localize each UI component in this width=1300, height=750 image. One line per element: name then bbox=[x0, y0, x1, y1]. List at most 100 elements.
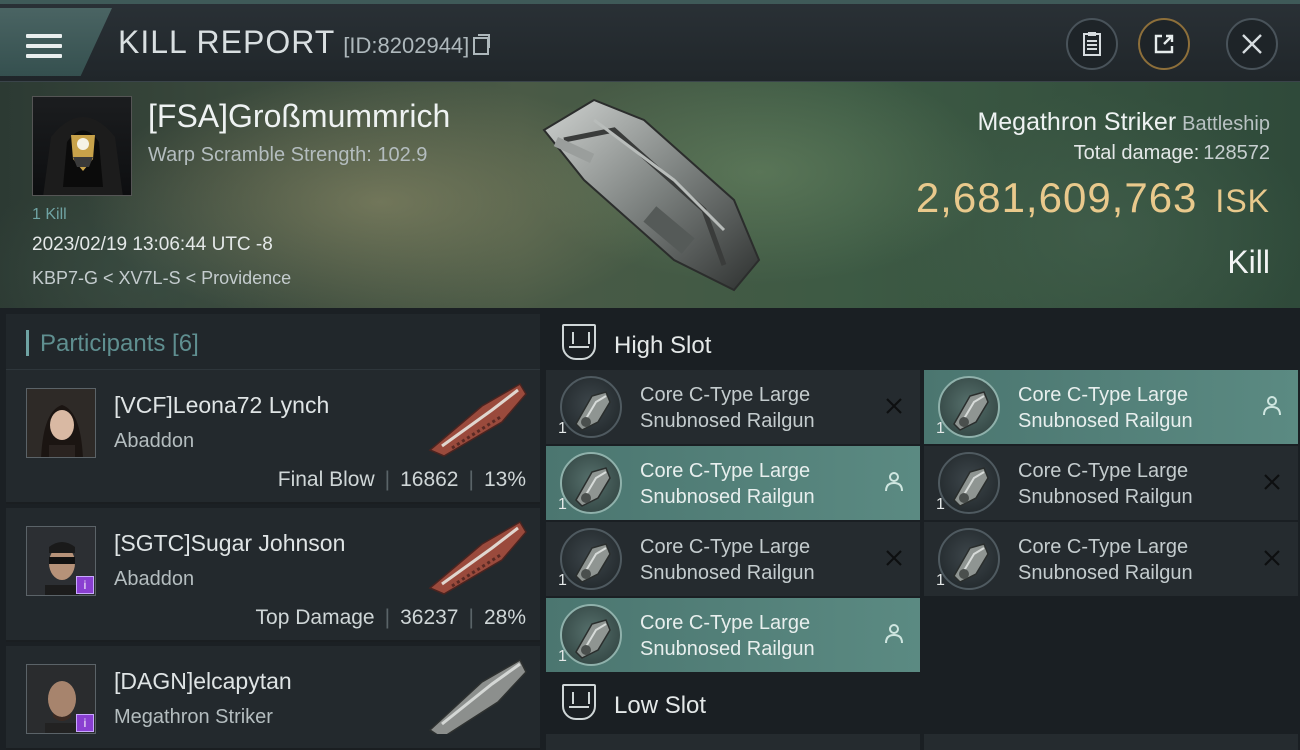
module-name: Core C-Type Large Snubnosed Railgun bbox=[640, 612, 815, 660]
module-quantity: 1 bbox=[936, 572, 945, 589]
module-tile[interactable]: 1 Core C-Type Large Snubnosed Railgun bbox=[924, 370, 1298, 444]
share-icon bbox=[1154, 34, 1174, 54]
module-name: Core C-Type Large Snubnosed Railgun bbox=[1018, 536, 1193, 584]
destroyed-x-icon bbox=[1264, 474, 1280, 490]
participant-percent: 28% bbox=[483, 606, 526, 629]
kill-location[interactable]: KBP7-G < XV7L-S < Providence bbox=[32, 268, 291, 289]
victim-ship-image bbox=[542, 98, 761, 292]
isk-unit: ISK bbox=[1215, 183, 1270, 219]
isk-amount: 2,681,609,763 bbox=[915, 174, 1198, 221]
module-quantity: 1 bbox=[558, 572, 567, 589]
module-quantity: 1 bbox=[558, 496, 567, 513]
participant-row[interactable]: [VCF]Leona72 Lynch Abaddon Final Blow | 16… bbox=[6, 370, 540, 504]
module-name: Core C-Type Large Snubnosed Railgun bbox=[640, 460, 815, 508]
ship-name-text: Megathron Striker bbox=[977, 108, 1177, 136]
avatar: i bbox=[26, 664, 96, 734]
participants-title: Participants [6] bbox=[40, 330, 199, 357]
participant-stats: Top Damage | 36237 | 28% bbox=[256, 606, 526, 630]
module-tile[interactable]: 1 Core C-Type Large Snubnosed Railgun bbox=[546, 598, 920, 672]
menu-button[interactable] bbox=[0, 8, 112, 76]
railgun-module-image bbox=[560, 528, 622, 590]
module-name: Core C-Type Large Snubnosed Railgun bbox=[1018, 384, 1193, 432]
participant-damage: 16862 bbox=[400, 468, 459, 491]
module-quantity: 1 bbox=[558, 420, 567, 437]
victim-ship[interactable]: Megathron Striker Battleship bbox=[977, 108, 1270, 137]
low-slot-module-peek[interactable] bbox=[546, 734, 920, 750]
pilot-portrait bbox=[27, 389, 95, 457]
participant-row[interactable]: i [DAGN]elcapytan Megathron Striker bbox=[6, 646, 540, 750]
participants-panel: Participants [6] [VCF]Leona72 Lynch Abad… bbox=[0, 308, 540, 750]
module-quantity: 1 bbox=[558, 648, 567, 665]
clipboard-button[interactable] bbox=[1066, 18, 1118, 70]
high-slot-label: High Slot bbox=[614, 332, 712, 359]
kill-result: Kill bbox=[1227, 244, 1270, 280]
high-slot-icon bbox=[562, 324, 596, 360]
module-tile[interactable]: 1 Core C-Type Large Snubnosed Railgun bbox=[546, 446, 920, 520]
victim-name[interactable]: [FSA]Großmummrich bbox=[148, 98, 450, 135]
dropped-person-icon bbox=[1263, 396, 1281, 416]
dropped-person-icon bbox=[885, 472, 903, 492]
divider: | bbox=[384, 606, 391, 629]
destroyed-x-icon bbox=[886, 398, 902, 414]
report-id: [ID:8202944] bbox=[343, 33, 470, 58]
share-button[interactable] bbox=[1138, 18, 1190, 70]
participant-tag: Top Damage bbox=[255, 606, 375, 629]
kill-report-screen: KILL REPORT [ID:8202944] [FSA]Großmummric… bbox=[0, 0, 1300, 750]
low-slot-label: Low Slot bbox=[614, 692, 707, 719]
module-quantity: 1 bbox=[936, 420, 945, 437]
participant-name: [VCF]Leona72 Lynch bbox=[114, 392, 330, 418]
railgun-module-image bbox=[938, 452, 1000, 514]
top-bar: KILL REPORT [ID:8202944] bbox=[0, 0, 1300, 82]
total-damage: Total damage: 128572 bbox=[1074, 142, 1270, 165]
railgun-module-image bbox=[560, 604, 622, 666]
avatar: i bbox=[26, 526, 96, 596]
victim-banner: [FSA]Großmummrich Warp Scramble Strength… bbox=[0, 82, 1300, 308]
module-tile[interactable]: 1 Core C-Type Large Snubnosed Railgun bbox=[546, 522, 920, 596]
module-tile[interactable]: 1 Core C-Type Large Snubnosed Railgun bbox=[924, 446, 1298, 520]
railgun-module-image bbox=[560, 376, 622, 438]
isk-value: 2,681,609,763 ISK bbox=[916, 174, 1270, 222]
participant-ship-image bbox=[428, 520, 527, 595]
participant-ship-image bbox=[428, 382, 527, 457]
clipboard-icon bbox=[1083, 32, 1101, 56]
module-name: Core C-Type Large Snubnosed Railgun bbox=[640, 384, 815, 432]
copy-icon[interactable] bbox=[473, 34, 491, 55]
fitting-panel: High Slot 1 Core C-Type Large Snubnosed R… bbox=[540, 308, 1300, 750]
low-slot-module-peek[interactable] bbox=[924, 734, 1298, 750]
avatar bbox=[26, 388, 96, 458]
ship-class: Battleship bbox=[1182, 113, 1270, 135]
participants-header: Participants [6] bbox=[6, 314, 540, 370]
participant-row[interactable]: i [SGTC]Sugar Johnson Abaddon Top Damage… bbox=[6, 508, 540, 642]
railgun-module-image bbox=[938, 376, 1000, 438]
participant-tag: Final Blow bbox=[277, 468, 375, 491]
total-damage-label: Total damage: bbox=[1073, 142, 1200, 164]
participant-ship: Abaddon bbox=[114, 430, 195, 452]
divider: | bbox=[468, 468, 474, 491]
low-slot-header: Low Slot bbox=[546, 674, 1300, 730]
destroyed-x-icon bbox=[1264, 550, 1280, 566]
total-damage-value: 128572 bbox=[1203, 142, 1270, 164]
victim-portrait[interactable] bbox=[32, 96, 132, 196]
participant-percent: 13% bbox=[483, 468, 526, 491]
participant-name: [SGTC]Sugar Johnson bbox=[114, 530, 346, 556]
module-tile[interactable]: 1 Core C-Type Large Snubnosed Railgun bbox=[546, 370, 920, 444]
header-accent-bar bbox=[26, 330, 29, 356]
role-badge-icon: i bbox=[76, 714, 94, 732]
dropped-person-icon bbox=[885, 624, 903, 644]
warp-scramble-strength: Warp Scramble Strength: 102.9 bbox=[148, 144, 428, 166]
close-button[interactable] bbox=[1226, 18, 1278, 70]
divider: | bbox=[468, 606, 474, 629]
participant-ship: Megathron Striker bbox=[114, 706, 273, 728]
module-name: Core C-Type Large Snubnosed Railgun bbox=[640, 536, 815, 584]
page-title: KILL REPORT [ID:8202944] bbox=[118, 24, 491, 61]
participant-ship: Abaddon bbox=[114, 568, 195, 590]
module-quantity: 1 bbox=[936, 496, 945, 513]
module-tile[interactable]: 1 Core C-Type Large Snubnosed Railgun bbox=[924, 522, 1298, 596]
hooded-pilot-image bbox=[43, 117, 123, 195]
role-badge-icon: i bbox=[76, 576, 94, 594]
divider: | bbox=[384, 468, 391, 491]
title-text: KILL REPORT bbox=[118, 24, 336, 60]
participant-name: [DAGN]elcapytan bbox=[114, 668, 292, 694]
module-name: Core C-Type Large Snubnosed Railgun bbox=[1018, 460, 1193, 508]
participant-ship-image bbox=[428, 658, 527, 734]
